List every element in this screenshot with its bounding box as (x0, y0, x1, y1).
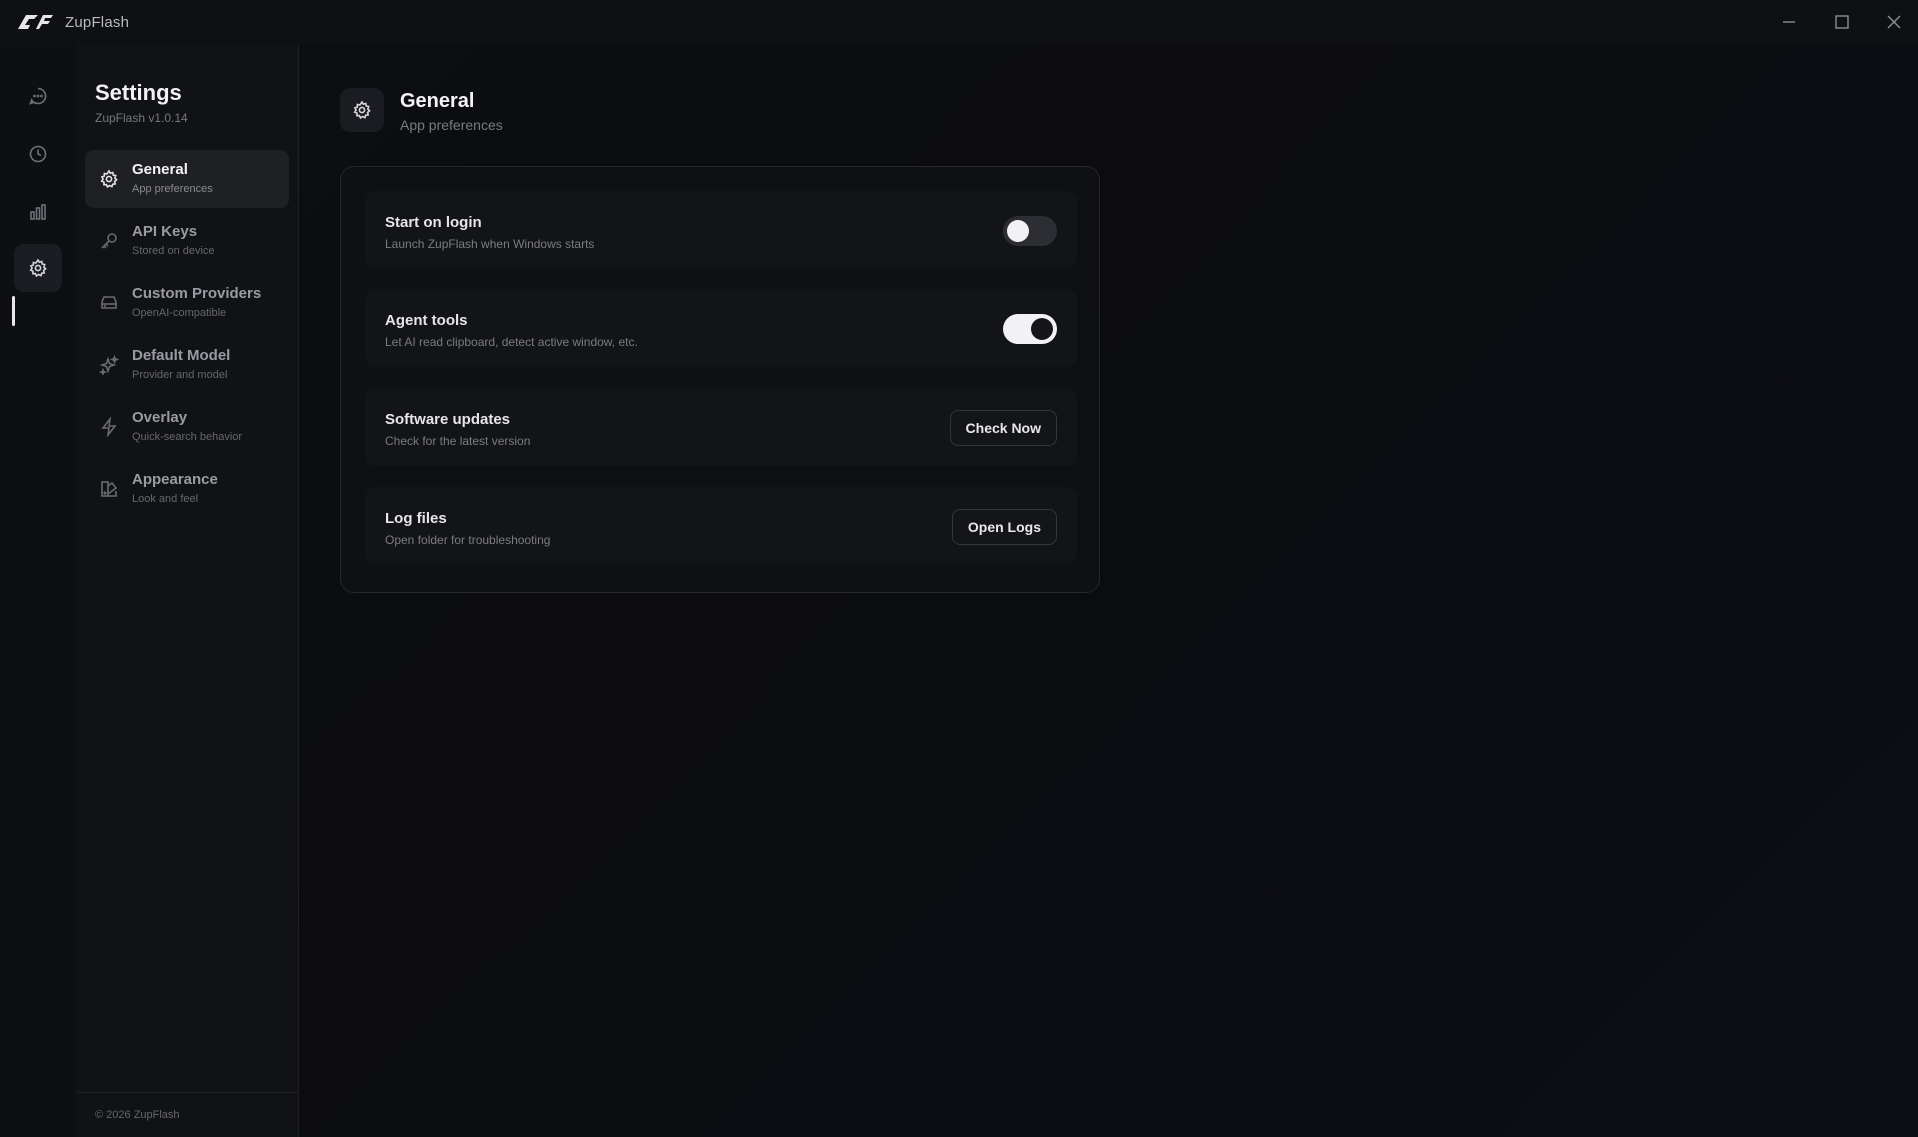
settings-card: Start on login Launch ZupFlash when Wind… (340, 166, 1100, 593)
setting-description: Launch ZupFlash when Windows starts (385, 237, 595, 251)
sidebar-item-label: API Keys (132, 223, 198, 240)
rail-history-button[interactable] (14, 130, 62, 178)
copyright-text: © 2026 ZupFlash (95, 1109, 180, 1121)
zupflash-logo-icon (18, 15, 53, 29)
server-icon (99, 293, 119, 313)
sidebar-item-overlay[interactable]: Overlay Quick-search behavior (85, 398, 289, 456)
title-bar: ZupFlash (0, 0, 1918, 44)
maximize-button[interactable] (1820, 8, 1864, 36)
app-window: ZupFlash Settings ZupFlash v1.0.14 Gener… (0, 0, 1918, 1137)
setting-description: Open folder for troubleshooting (385, 533, 551, 547)
bar-chart-icon (30, 204, 46, 220)
setting-description: Let AI read clipboard, detect active win… (385, 335, 638, 349)
start-on-login-toggle[interactable] (1003, 216, 1057, 246)
lightning-icon (99, 416, 119, 438)
sidebar-item-sub: OpenAI-compatible (132, 307, 227, 319)
setting-label: Log files (385, 510, 447, 527)
chat-icon (29, 87, 47, 105)
toggle-knob (1007, 220, 1029, 242)
key-icon (99, 231, 119, 251)
gear-icon (29, 258, 47, 278)
rail-chat-button[interactable] (14, 72, 62, 120)
close-button[interactable] (1872, 8, 1916, 36)
agent-tools-toggle[interactable] (1003, 314, 1057, 344)
sidebar-item-default-model[interactable]: Default Model Provider and model (85, 336, 289, 394)
setting-row-start-on-login: Start on login Launch ZupFlash when Wind… (365, 191, 1077, 269)
gear-icon (353, 100, 371, 120)
window-title: ZupFlash (65, 14, 130, 31)
maximize-icon (1835, 15, 1849, 29)
open-logs-button[interactable]: Open Logs (951, 509, 1057, 545)
toggle-knob (1031, 318, 1053, 340)
setting-label: Agent tools (385, 312, 468, 329)
page-icon (340, 88, 384, 132)
setting-row-software-updates: Software updates Check for the latest ve… (365, 388, 1077, 466)
sidebar-item-api-keys[interactable]: API Keys Stored on device (85, 212, 289, 270)
sparkle-icon (98, 354, 120, 377)
rail-analytics-button[interactable] (14, 188, 62, 236)
check-now-button[interactable]: Check Now (949, 410, 1057, 446)
sidebar-item-sub: Stored on device (132, 245, 215, 257)
sidebar-title: Settings (95, 80, 182, 105)
clock-icon (29, 145, 47, 163)
sidebar-item-sub: Look and feel (132, 493, 199, 505)
minimize-icon (1783, 21, 1795, 23)
sidebar-item-label: Custom Providers (132, 285, 262, 302)
rail-active-indicator (12, 296, 15, 326)
setting-row-agent-tools: Agent tools Let AI read clipboard, detec… (365, 289, 1077, 367)
sidebar-item-label: Appearance (132, 471, 218, 488)
settings-sidebar: Settings ZupFlash v1.0.14 General App pr… (76, 44, 299, 1137)
palette-icon (99, 479, 119, 499)
sidebar-item-label: General (132, 161, 188, 178)
app-version: ZupFlash v1.0.14 (95, 111, 188, 125)
setting-label: Start on login (385, 214, 482, 231)
sidebar-item-label: Overlay (132, 409, 188, 426)
main-content: General App preferences Start on login L… (300, 44, 1918, 1137)
sidebar-item-label: Default Model (132, 347, 231, 364)
sidebar-item-custom-providers[interactable]: Custom Providers OpenAI-compatible (85, 274, 289, 332)
page-subtitle: App preferences (400, 117, 503, 133)
setting-row-log-files: Log files Open folder for troubleshootin… (365, 487, 1077, 565)
gear-icon (99, 169, 119, 189)
minimize-button[interactable] (1767, 8, 1811, 36)
icon-rail (0, 44, 76, 1137)
sidebar-item-sub: App preferences (132, 183, 213, 195)
sidebar-item-sub: Provider and model (132, 369, 228, 381)
sidebar-item-appearance[interactable]: Appearance Look and feel (85, 460, 289, 518)
sidebar-item-general[interactable]: General App preferences (85, 150, 289, 208)
page-title: General (400, 90, 475, 112)
close-icon (1887, 15, 1901, 29)
rail-settings-button[interactable] (14, 244, 62, 292)
setting-description: Check for the latest version (385, 434, 531, 448)
sidebar-item-sub: Quick-search behavior (132, 431, 243, 443)
setting-label: Software updates (385, 411, 511, 428)
sidebar-footer: © 2026 ZupFlash (76, 1092, 299, 1137)
